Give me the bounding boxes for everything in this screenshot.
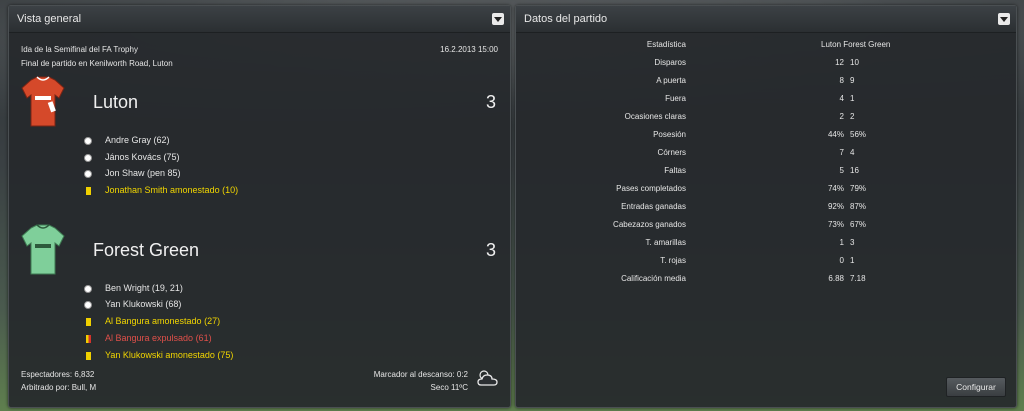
stat-away-value: 1 [850, 256, 855, 265]
home-team-name[interactable]: Luton [93, 92, 138, 113]
stats-header-teams: Luton Forest Green [821, 40, 891, 49]
match-stats-title: Datos del partido [524, 13, 608, 25]
stats-row: A puerta 8 9 [516, 72, 1016, 90]
stat-label: Posesión [653, 130, 686, 139]
stats-header-label: Estadística [646, 40, 686, 49]
stat-home-value: 92% [827, 202, 844, 211]
stat-away-value: 10 [850, 58, 859, 67]
stat-home-value: 74% [827, 184, 844, 193]
goal-ball-icon [81, 167, 95, 181]
stat-away-value: 87% [850, 202, 867, 211]
overview-header: Vista general [9, 6, 510, 33]
home-event-goal: János Kovács (75) [81, 150, 180, 164]
stats-row: T. amarillas 1 3 [516, 234, 1016, 252]
stat-home-value: 2 [839, 112, 844, 121]
overview-dropdown-button[interactable] [492, 13, 504, 25]
away-kit-icon [21, 224, 65, 276]
stat-away-value: 9 [850, 76, 855, 85]
stat-away-value: 16 [850, 166, 859, 175]
stats-header-row: Estadística Luton Forest Green [516, 36, 1016, 54]
stats-row: Entradas ganadas 92% 87% [516, 198, 1016, 216]
attendance-text: Espectadores: 6,832 [21, 370, 95, 379]
goal-ball-icon [81, 134, 95, 148]
stat-label: A puerta [656, 76, 686, 85]
away-team-name[interactable]: Forest Green [93, 240, 199, 261]
stat-away-value: 1 [850, 94, 855, 103]
stats-row: Córners 7 4 [516, 144, 1016, 162]
stats-row: T. rojas 0 1 [516, 252, 1016, 270]
stat-label: Ocasiones claras [624, 112, 686, 121]
away-event-goal: Ben Wright (19, 21) [81, 281, 183, 295]
competition-text: Ida de la Semifinal del FA Trophy [21, 45, 138, 54]
stat-home-value: 12 [835, 58, 844, 67]
stats-row: Disparos 12 10 [516, 54, 1016, 72]
away-event-goal: Yan Klukowski (68) [81, 297, 181, 311]
away-event-yellow-card: Al Bangura amonestado (27) [81, 314, 220, 328]
stat-away-value: 4 [850, 148, 855, 157]
away-event-red-card: Al Bangura expulsado (61) [81, 331, 212, 345]
match-datetime: 16.2.2013 15:00 [440, 45, 498, 54]
stat-home-value: 4 [839, 94, 844, 103]
stats-row: Fuera 4 1 [516, 90, 1016, 108]
stat-home-value: 44% [827, 130, 844, 139]
stat-home-value: 0 [839, 256, 844, 265]
stat-label: T. amarillas [645, 238, 686, 247]
halftime-score: Marcador al descanso: 0:2 [373, 370, 468, 379]
stat-label: T. rojas [660, 256, 686, 265]
stats-row: Faltas 5 16 [516, 162, 1016, 180]
home-event-goal: Andre Gray (62) [81, 133, 170, 147]
stat-label: Calificación media [621, 274, 686, 283]
stat-away-value: 79% [850, 184, 867, 193]
stat-away-value: 56% [850, 130, 867, 139]
home-team-score: 3 [485, 92, 496, 112]
away-event-yellow-card: Yan Klukowski amonestado (75) [81, 348, 233, 362]
stats-row: Ocasiones claras 2 2 [516, 108, 1016, 126]
stat-label: Entradas ganadas [621, 202, 686, 211]
stat-home-value: 73% [827, 220, 844, 229]
match-stats-dropdown-button[interactable] [998, 13, 1010, 25]
away-team-score: 3 [485, 240, 496, 260]
weather-cloud-icon [476, 368, 500, 388]
stat-label: Disparos [654, 58, 686, 67]
stat-home-value: 6.88 [828, 274, 844, 283]
red-card-icon [81, 332, 95, 346]
stat-label: Pases completados [616, 184, 686, 193]
goal-ball-icon [81, 151, 95, 165]
stat-label: Cabezazos ganados [613, 220, 686, 229]
stat-home-value: 7 [839, 148, 844, 157]
stats-row: Calificación media 6.88 7.18 [516, 270, 1016, 288]
stat-label: Córners [657, 148, 686, 157]
stat-home-value: 5 [839, 166, 844, 175]
stat-home-value: 1 [839, 238, 844, 247]
goal-ball-icon [81, 298, 95, 312]
stat-away-value: 67% [850, 220, 867, 229]
stats-row: Posesión 44% 56% [516, 126, 1016, 144]
goal-ball-icon [81, 282, 95, 296]
weather-text: Seco 11ºC [430, 383, 468, 392]
yellow-card-icon [81, 184, 95, 198]
stat-label: Fuera [665, 94, 686, 103]
referee-text[interactable]: Arbitrado por: Bull, M [21, 383, 96, 392]
match-stats-panel: Datos del partido Estadística Luton Fore… [515, 5, 1017, 408]
stat-away-value: 2 [850, 112, 855, 121]
stat-label: Faltas [664, 166, 686, 175]
match-stats-header: Datos del partido [516, 6, 1016, 33]
home-kit-icon [21, 76, 65, 128]
overview-panel: Vista general Ida de la Semifinal del FA… [8, 5, 511, 408]
configure-button[interactable]: Configurar [946, 377, 1006, 397]
home-event-yellow-card: Jonathan Smith amonestado (10) [81, 183, 238, 197]
overview-title: Vista general [17, 13, 82, 25]
stat-home-value: 8 [839, 76, 844, 85]
stats-row: Cabezazos ganados 73% 67% [516, 216, 1016, 234]
home-event-goal: Jon Shaw (pen 85) [81, 166, 181, 180]
stats-row: Pases completados 74% 79% [516, 180, 1016, 198]
stat-away-value: 7.18 [850, 274, 866, 283]
venue-text: Final de partido en Kenilworth Road, Lut… [21, 59, 173, 68]
yellow-card-icon [81, 349, 95, 363]
yellow-card-icon [81, 315, 95, 329]
stat-away-value: 3 [850, 238, 855, 247]
